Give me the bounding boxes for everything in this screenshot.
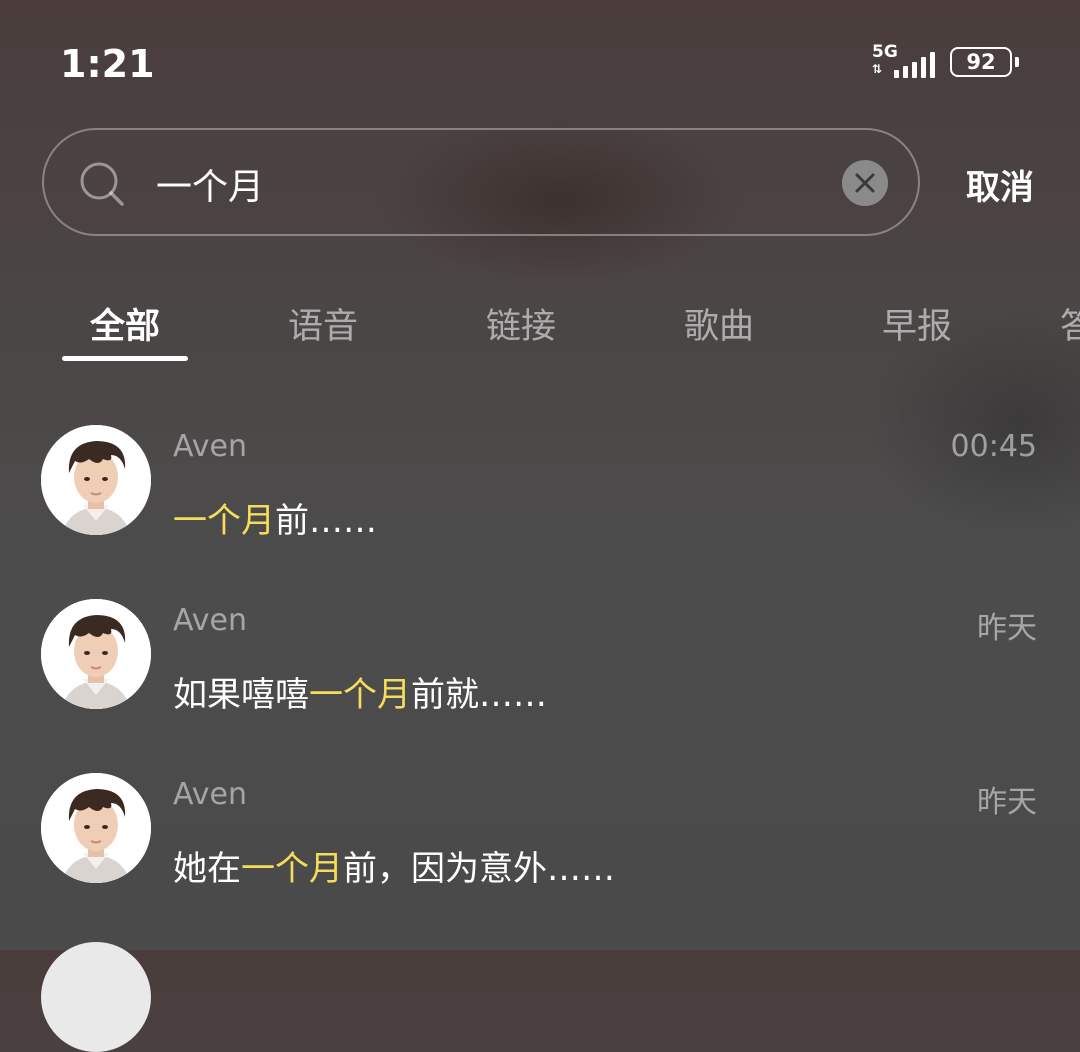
avatar[interactable] xyxy=(41,942,151,1052)
status-time: 1:21 xyxy=(60,42,155,86)
clear-search-button[interactable] xyxy=(842,160,888,206)
avatar-portrait-icon xyxy=(41,599,151,709)
avatar-portrait-icon xyxy=(41,425,151,535)
search-result-item[interactable]: Aven 00:45 一个月前…… xyxy=(0,425,1080,565)
sender-name: Aven xyxy=(173,429,247,464)
tab-songs[interactable]: 歌曲 xyxy=(684,298,754,349)
snippet-after: 前…… xyxy=(275,501,377,541)
search-icon xyxy=(80,162,124,206)
signal-bars xyxy=(894,52,935,78)
snippet-highlight: 一个月 xyxy=(173,501,275,541)
tab-all[interactable]: 全部 xyxy=(90,298,160,349)
message-snippet: 一个月前…… xyxy=(173,493,377,542)
message-time: 昨天 xyxy=(977,785,1037,820)
status-indicators: 5G ⇅ 92 xyxy=(872,42,1019,80)
active-tab-indicator xyxy=(62,356,188,361)
sender-name: Aven xyxy=(173,603,247,638)
battery-cap xyxy=(1015,57,1019,67)
close-icon xyxy=(855,173,875,193)
search-result-item[interactable]: Aven 昨天 她在一个月前，因为意外…… xyxy=(0,773,1080,913)
snippet-before: 她在 xyxy=(173,849,241,889)
avatar xyxy=(41,425,151,535)
sender-name: Aven xyxy=(173,777,247,812)
message-snippet: 如果嘻嘻一个月前就…… xyxy=(173,667,547,716)
search-input[interactable] xyxy=(156,156,796,212)
battery-level: 92 xyxy=(966,50,996,74)
message-time: 昨天 xyxy=(977,611,1037,646)
cancel-button[interactable]: 取消 xyxy=(966,160,1034,209)
battery-icon: 92 xyxy=(950,47,1019,77)
data-activity-icon: ⇅ xyxy=(872,62,883,76)
snippet-after: 前，因为意外…… xyxy=(343,849,615,889)
message-time: 00:45 xyxy=(950,429,1037,464)
message-snippet: 她在一个月前，因为意外…… xyxy=(173,841,615,890)
tab-voice[interactable]: 语音 xyxy=(288,298,358,349)
filter-tabs: 全部 语音 链接 歌曲 早报 答 xyxy=(0,290,1080,370)
avatar xyxy=(41,773,151,883)
tab-links[interactable]: 链接 xyxy=(486,298,556,349)
snippet-after: 前就…… xyxy=(411,675,547,715)
snippet-before: 如果嘻嘻 xyxy=(173,675,309,715)
snippet-highlight: 一个月 xyxy=(241,849,343,889)
tab-partial[interactable]: 答 xyxy=(1060,298,1080,349)
search-result-item[interactable]: Aven 昨天 如果嘻嘻一个月前就…… xyxy=(0,599,1080,739)
avatar-portrait-icon xyxy=(41,773,151,883)
cellular-signal-icon: 5G ⇅ xyxy=(872,42,936,80)
tab-morning-news[interactable]: 早报 xyxy=(882,298,952,349)
snippet-highlight: 一个月 xyxy=(309,675,411,715)
search-box[interactable] xyxy=(42,128,920,236)
avatar xyxy=(41,599,151,709)
